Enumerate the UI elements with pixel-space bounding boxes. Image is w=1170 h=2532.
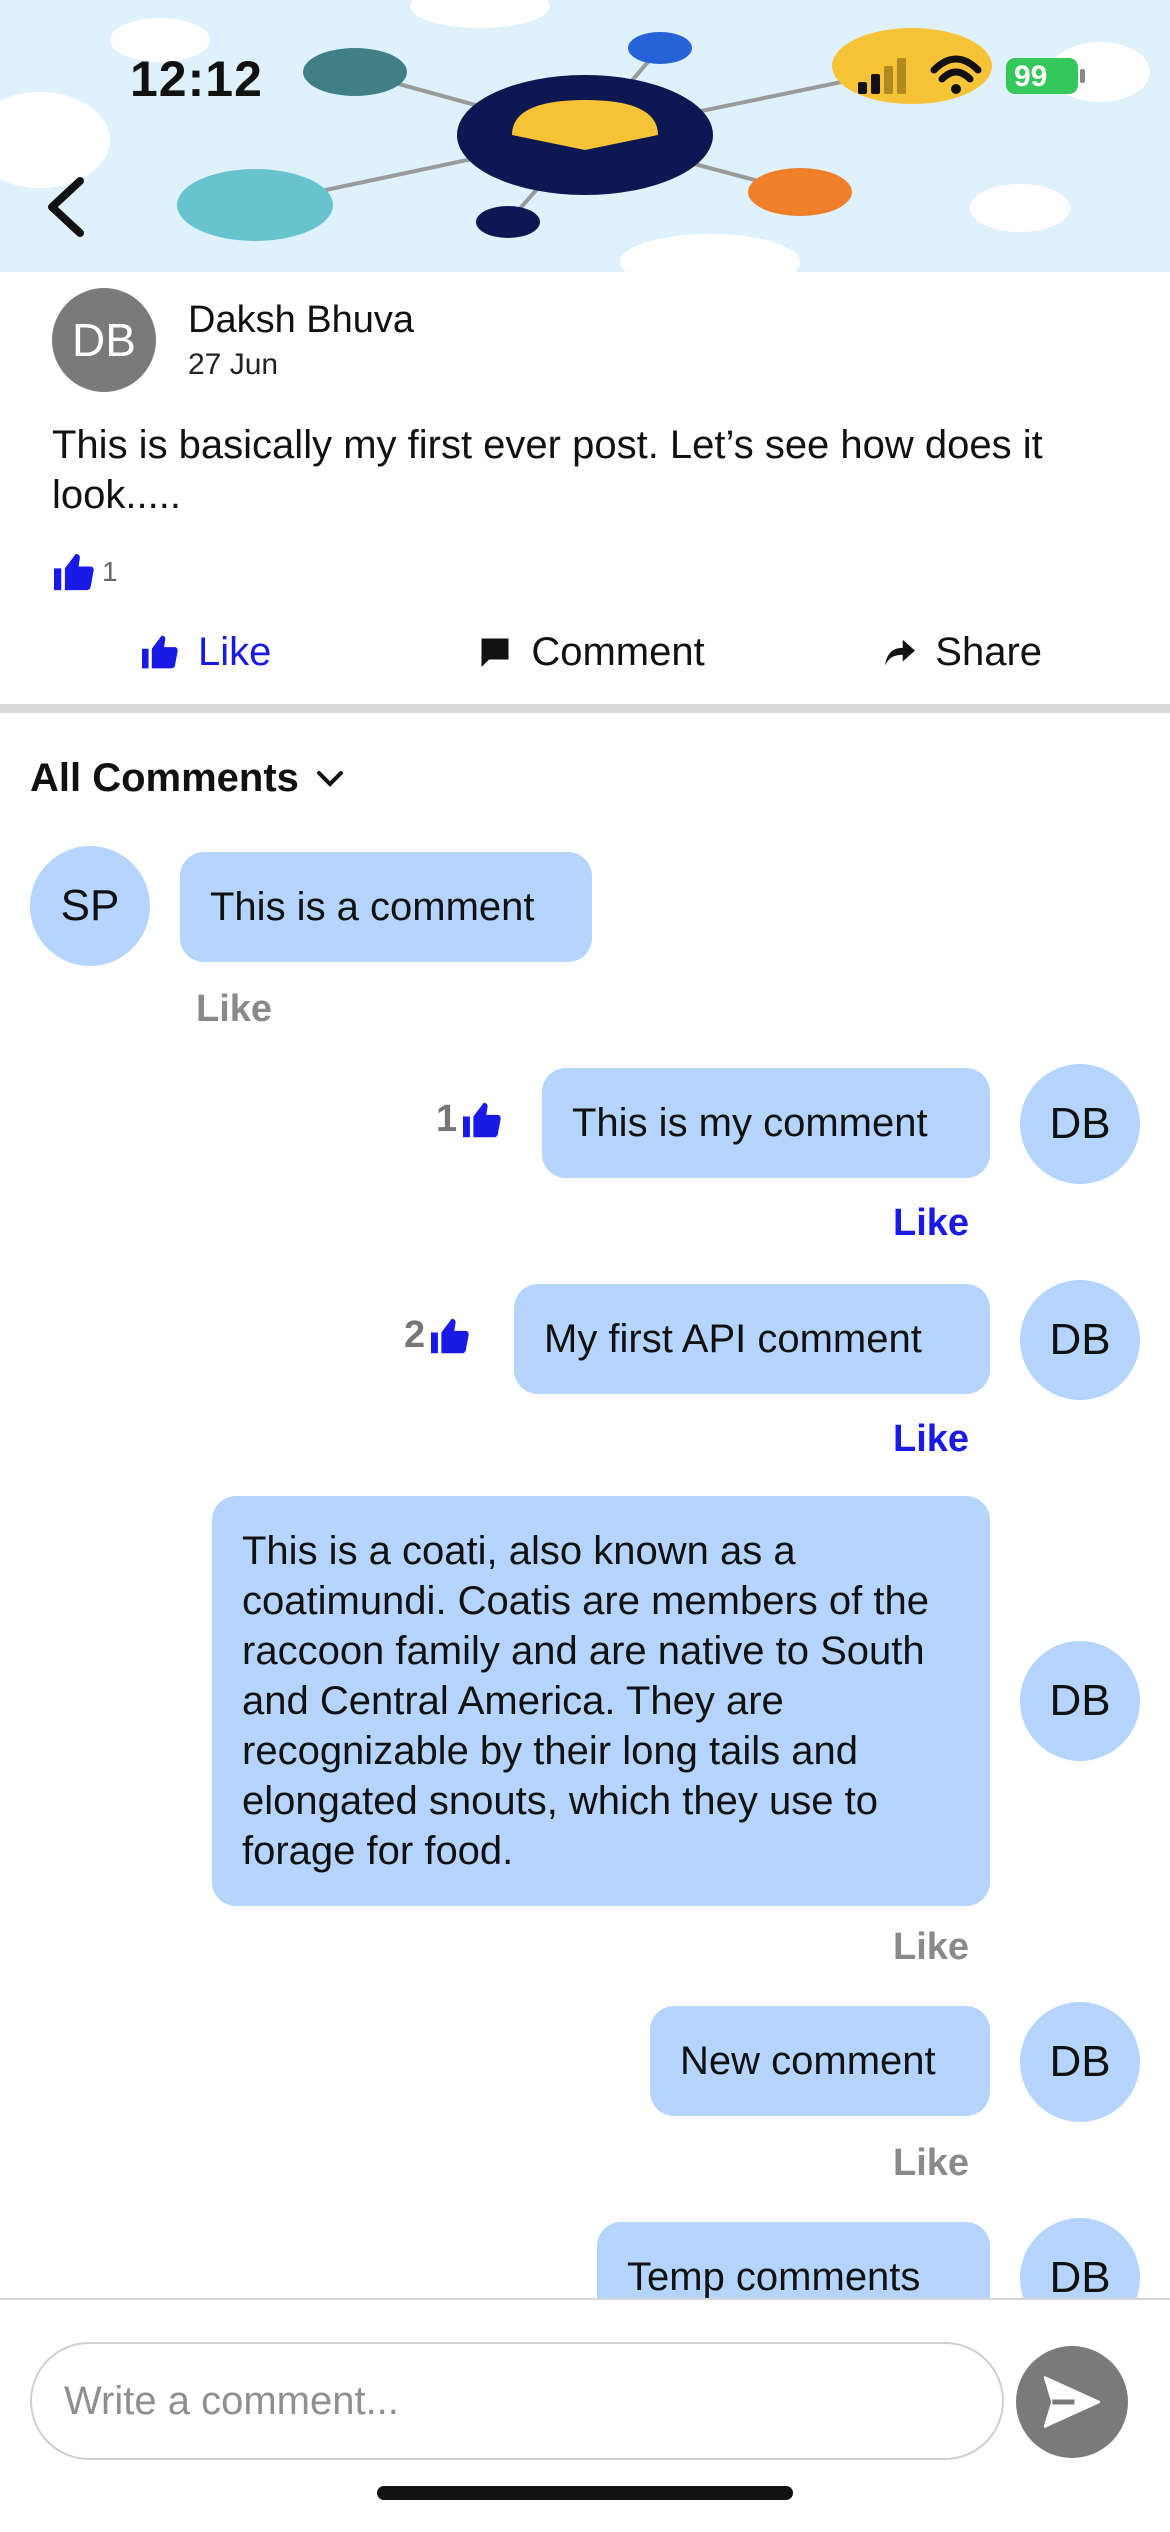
commenter-avatar[interactable]: DB	[1020, 1280, 1140, 1400]
post-header: DB Daksh Bhuva 27 Jun	[52, 288, 414, 392]
comment-like-button[interactable]: Like	[893, 1418, 969, 1461]
comment-like-button[interactable]: Like	[893, 1926, 969, 1969]
commenter-avatar[interactable]: SP	[30, 846, 150, 966]
comments-heading-label: All Comments	[30, 756, 299, 800]
comment-bubble[interactable]: This is a comment	[180, 852, 592, 962]
post-actions: Like Comment Share	[0, 612, 1170, 692]
share-arrow-icon	[885, 639, 916, 666]
comment-reaction-number: 2	[404, 1314, 426, 1356]
comment-reaction-number: 1	[436, 1098, 458, 1140]
comment-like-button[interactable]: Like	[893, 2142, 969, 2185]
commenter-avatar[interactable]: DB	[1020, 1064, 1140, 1184]
send-button[interactable]	[1016, 2346, 1128, 2458]
comment-reaction-count: 1	[436, 1098, 503, 1141]
home-indicator[interactable]	[377, 2486, 793, 2500]
share-button-label: Share	[935, 629, 1043, 674]
comments-filter-dropdown[interactable]: All Comments	[30, 756, 345, 801]
like-button-label: Like	[198, 629, 272, 674]
comment-bubble[interactable]: This is a coati, also known as a coatimu…	[212, 1496, 990, 1906]
post-date: 27 Jun	[188, 347, 279, 381]
comment-icon	[481, 638, 509, 667]
status-time: 12:12	[130, 51, 263, 107]
comment-button-label: Comment	[531, 629, 705, 674]
commenter-avatar[interactable]: DB	[1020, 1641, 1140, 1761]
send-icon	[1043, 2376, 1101, 2428]
thumbs-up-icon	[142, 635, 178, 669]
signal-icon	[858, 55, 1085, 94]
comment-button[interactable]: Comment	[441, 612, 742, 692]
section-divider	[0, 704, 1170, 713]
author-info: Daksh Bhuva 27 Jun	[188, 299, 414, 382]
header-banner: 12:12 99	[0, 0, 1170, 272]
status-icons: 99	[838, 34, 1098, 106]
back-button[interactable]	[36, 172, 96, 242]
battery-icon: 99	[1014, 60, 1048, 93]
comment-like-button[interactable]: Like	[196, 988, 272, 1031]
comment-input[interactable]	[30, 2342, 1004, 2460]
back-arrow-icon	[48, 177, 84, 237]
thumbs-up-icon	[431, 1318, 469, 1353]
comment-bubble[interactable]: My first API comment	[514, 1284, 990, 1394]
post-like-count: 1	[102, 556, 118, 587]
comment-bubble[interactable]: This is my comment	[542, 1068, 990, 1178]
author-name[interactable]: Daksh Bhuva	[188, 299, 414, 342]
commenter-avatar[interactable]: DB	[1020, 2002, 1140, 2122]
share-button[interactable]: Share	[741, 612, 1170, 692]
comment-bubble[interactable]: New comment	[650, 2006, 990, 2116]
comment-like-button[interactable]: Like	[893, 1202, 969, 1245]
like-button[interactable]: Like	[0, 612, 441, 692]
post-body: This is basically my first ever post. Le…	[52, 423, 1043, 517]
thumbs-up-icon	[463, 1102, 501, 1137]
post-like-summary[interactable]: 1	[52, 552, 118, 592]
author-avatar[interactable]: DB	[52, 288, 156, 392]
comment-reaction-count: 2	[404, 1314, 471, 1357]
chevron-down-icon	[316, 770, 343, 787]
thumbs-up-icon	[54, 553, 94, 591]
